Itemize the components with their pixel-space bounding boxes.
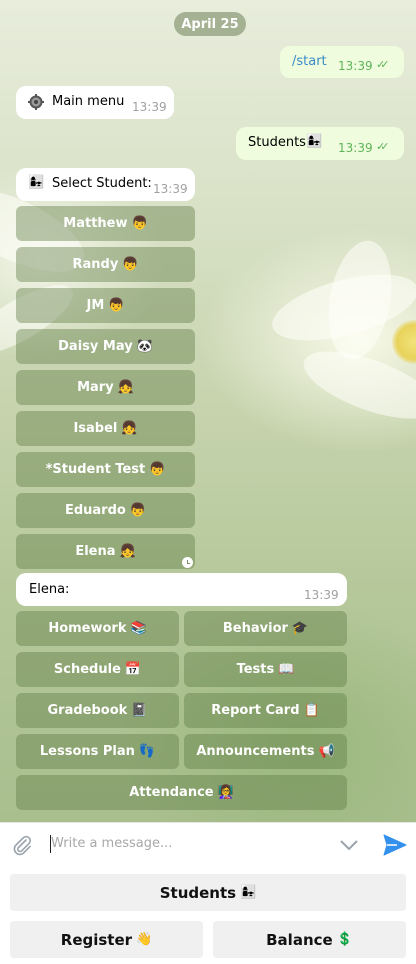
message-incoming[interactable]: Elena: 13:39	[16, 573, 347, 606]
message-incoming[interactable]: 👩‍👧 Select Student: 13:39	[16, 168, 195, 201]
button-label: Behavior	[222, 621, 288, 636]
button-label: Elena	[75, 544, 116, 559]
dollar-sign-icon: 💲	[336, 932, 353, 947]
button-label: JM	[86, 298, 105, 313]
message-input[interactable]: Write a message...	[51, 836, 172, 851]
student-button[interactable]: *Student Test 👦	[16, 452, 195, 487]
schedule-button[interactable]: Schedule 📅	[16, 652, 179, 687]
button-label: Students	[159, 883, 237, 902]
button-label: Report Card	[211, 703, 300, 718]
message-outgoing[interactable]: /start 13:39 ✓✓	[280, 46, 404, 78]
menu-emoji-icon: 👣	[138, 744, 156, 759]
button-label: Attendance	[129, 785, 214, 800]
send-icon[interactable]	[383, 834, 407, 856]
message-text: Elena:	[29, 582, 70, 597]
menu-emoji-icon: 📓	[131, 703, 148, 718]
menu-emoji-icon: 📅	[124, 662, 142, 677]
message-time: 13:39	[338, 59, 373, 73]
button-label: Schedule	[53, 662, 121, 677]
gear-icon	[28, 94, 44, 110]
menu-emoji-icon: 🎓	[291, 621, 309, 636]
message-time: 13:39	[132, 100, 167, 114]
balance-reply-button[interactable]: Balance 💲	[213, 921, 406, 958]
background-petal	[320, 235, 400, 365]
read-receipt-icon: ✓✓	[376, 140, 390, 153]
student-button[interactable]: Isabel 👧	[16, 411, 195, 446]
pending-clock-icon	[182, 557, 193, 568]
tests-button[interactable]: Tests 📖	[184, 652, 347, 687]
button-label: Isabel	[73, 421, 118, 436]
read-receipt-icon: ✓✓	[376, 58, 390, 71]
message-composer: Write a message...	[0, 822, 416, 866]
message-time: 13:39	[153, 182, 188, 196]
message-incoming[interactable]: Main menu 13:39	[16, 86, 174, 119]
family-emoji-icon: 👩‍👧	[240, 885, 257, 900]
student-emoji-icon: 👦	[129, 503, 147, 518]
register-reply-button[interactable]: Register 👋	[10, 921, 203, 958]
menu-emoji-icon: 👩‍🏫	[217, 785, 234, 800]
attendance-button[interactable]: Attendance 👩‍🏫	[16, 775, 347, 810]
menu-emoji-icon: 📋	[303, 703, 320, 718]
message-text: Select Student:	[52, 176, 152, 191]
student-emoji-icon: 👧	[117, 380, 134, 395]
menu-emoji-icon: 📚	[130, 621, 147, 636]
menu-emoji-icon: 📖	[278, 662, 295, 677]
paperclip-icon[interactable]	[11, 834, 33, 856]
homework-button[interactable]: Homework 📚	[16, 611, 179, 646]
button-label: Mary	[77, 380, 114, 395]
message-time: 13:39	[338, 141, 373, 155]
student-emoji-icon: 👦	[131, 216, 148, 231]
student-button[interactable]: Elena 👧	[16, 534, 195, 569]
student-emoji-icon: 👧	[121, 421, 138, 436]
announcements-button[interactable]: Announcements 📢	[184, 734, 347, 769]
message-text: Main menu	[52, 94, 125, 109]
student-button[interactable]: Matthew 👦	[16, 206, 195, 241]
date-separator: April 25	[174, 12, 246, 36]
reply-keyboard: Students 👩‍👧 Register 👋 Balance 💲	[0, 866, 416, 964]
student-button[interactable]: Daisy May 🐼	[16, 329, 195, 364]
waving-hand-emoji-icon: 👋	[136, 932, 153, 947]
student-emoji-icon: 🐼	[136, 339, 153, 354]
report-card-button[interactable]: Report Card 📋	[184, 693, 347, 728]
student-button[interactable]: Randy 👦	[16, 247, 195, 282]
lessons-plan-button[interactable]: Lessons Plan 👣	[16, 734, 179, 769]
menu-emoji-icon: 📢	[318, 744, 335, 759]
button-label: Eduardo	[64, 503, 126, 518]
button-label: Lessons Plan	[39, 744, 135, 759]
message-text: Students	[248, 135, 306, 150]
family-emoji-icon: 👩‍👧	[28, 175, 45, 190]
message-text[interactable]: /start	[292, 54, 327, 69]
button-label: Announcements	[196, 744, 315, 759]
background-flower-center	[392, 320, 416, 364]
family-emoji-icon: 👩‍👧	[306, 134, 323, 149]
button-label: Tests	[236, 662, 275, 677]
message-outgoing[interactable]: Students 👩‍👧 13:39 ✓✓	[236, 127, 404, 160]
button-label: Gradebook	[47, 703, 128, 718]
button-label: *Student Test	[45, 462, 146, 477]
button-label: Daisy May	[58, 339, 133, 354]
student-button[interactable]: Eduardo 👦	[16, 493, 195, 528]
button-label: Balance	[266, 930, 333, 949]
button-label: Matthew	[63, 216, 128, 231]
gradebook-button[interactable]: Gradebook 📓	[16, 693, 179, 728]
student-emoji-icon: 👦	[149, 462, 166, 477]
button-label: Register	[60, 930, 133, 949]
students-reply-button[interactable]: Students 👩‍👧	[10, 874, 406, 911]
button-label: Randy	[72, 257, 119, 272]
behavior-button[interactable]: Behavior 🎓	[184, 611, 347, 646]
student-button[interactable]: Mary 👧	[16, 370, 195, 405]
chevron-down-icon[interactable]	[338, 837, 360, 853]
student-emoji-icon: 👦	[108, 298, 125, 313]
student-emoji-icon: 👧	[119, 544, 136, 559]
student-emoji-icon: 👦	[122, 257, 139, 272]
student-button[interactable]: JM 👦	[16, 288, 195, 323]
button-label: Homework	[48, 621, 127, 636]
message-time: 13:39	[304, 588, 339, 602]
